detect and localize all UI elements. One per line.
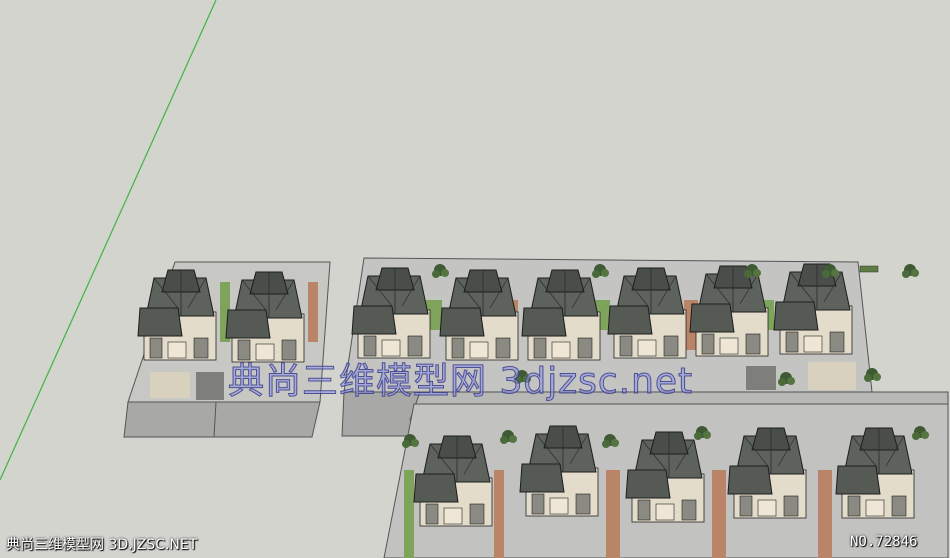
watermark-center: 典尚三维模型网 3djzsc.net [227, 361, 694, 403]
left-building-block [123, 261, 331, 438]
watermark-bottom-left: 典尚三维模型网 3D.JZSC.NET [6, 537, 198, 553]
model-viewport [0, 0, 949, 558]
watermark-model-number: NO.72846 [850, 534, 918, 550]
